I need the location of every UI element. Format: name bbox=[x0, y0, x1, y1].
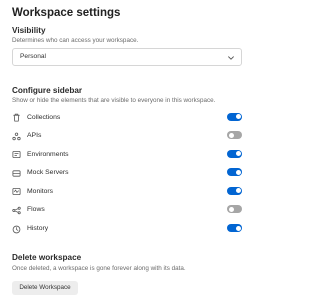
sidebar-item-mock-servers: Mock Servers bbox=[12, 167, 244, 186]
flows-icon bbox=[12, 206, 21, 215]
monitor-icon bbox=[12, 188, 21, 196]
sidebar-item-environments: Environments bbox=[12, 148, 244, 167]
sidebar-item-label: Environments bbox=[27, 150, 69, 158]
sidebar-item-history: History bbox=[12, 223, 244, 242]
environments-icon bbox=[12, 151, 21, 159]
visibility-select[interactable]: Personal bbox=[12, 48, 242, 66]
collections-toggle[interactable] bbox=[227, 112, 242, 121]
delete-workspace-description: Once deleted, a workspace is gone foreve… bbox=[12, 265, 186, 272]
visibility-description: Determines who can access your workspace… bbox=[12, 37, 139, 44]
history-toggle[interactable] bbox=[227, 224, 242, 233]
mock-servers-toggle[interactable] bbox=[227, 168, 242, 177]
visibility-title: Visibility bbox=[12, 26, 46, 35]
sidebar-item-label: Mock Servers bbox=[27, 169, 69, 177]
apis-toggle[interactable] bbox=[227, 131, 242, 140]
visibility-selected-value: Personal bbox=[20, 53, 47, 60]
sidebar-item-collections: Collections bbox=[12, 111, 244, 130]
environments-toggle[interactable] bbox=[227, 149, 242, 158]
history-icon bbox=[12, 225, 21, 233]
sidebar-item-label: Collections bbox=[27, 113, 61, 121]
sidebar-item-label: Flows bbox=[27, 206, 45, 214]
sidebar-item-label: Monitors bbox=[27, 187, 54, 195]
sidebar-item-apis: APIs bbox=[12, 130, 244, 149]
delete-workspace-button[interactable]: Delete Workspace bbox=[12, 281, 78, 295]
sidebar-item-label: APIs bbox=[27, 132, 42, 140]
mock-server-icon bbox=[12, 170, 21, 177]
sidebar-config-title: Configure sidebar bbox=[12, 86, 83, 95]
sidebar-items-list: Collections APIs Environments Mock Serve… bbox=[12, 111, 244, 241]
page-title: Workspace settings bbox=[12, 7, 121, 19]
workspace-settings-panel: Workspace settings Visibility Determines… bbox=[0, 0, 276, 300]
chevron-down-icon bbox=[228, 56, 234, 60]
delete-workspace-title: Delete workspace bbox=[12, 253, 82, 262]
trash-icon bbox=[13, 113, 20, 122]
monitors-toggle[interactable] bbox=[227, 186, 242, 195]
sidebar-item-flows: Flows bbox=[12, 204, 244, 223]
sidebar-config-description: Show or hide the elements that are visib… bbox=[12, 97, 216, 104]
sidebar-item-label: History bbox=[27, 225, 49, 233]
flows-toggle[interactable] bbox=[227, 205, 242, 214]
sidebar-item-monitors: Monitors bbox=[12, 185, 244, 204]
apis-icon bbox=[12, 132, 21, 140]
